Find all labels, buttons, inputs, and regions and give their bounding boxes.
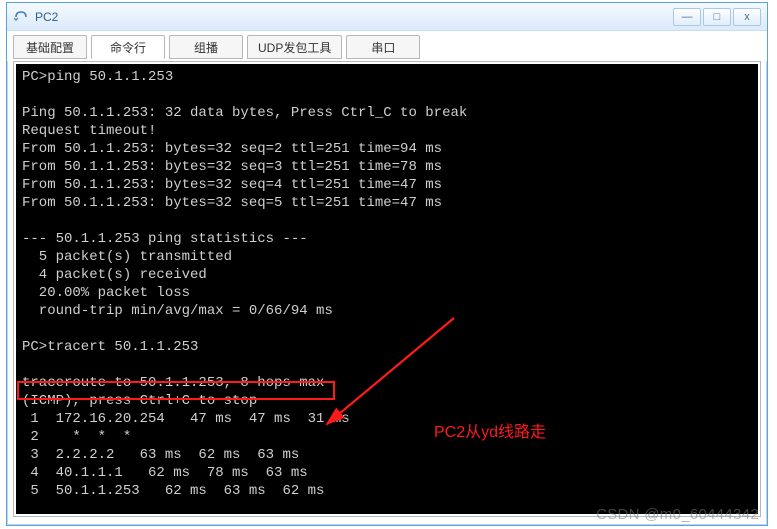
- app-window: PC2 — □ x 基础配置 命令行 组播 UDP发包工具 串口 PC>ping…: [6, 2, 768, 526]
- tab-bar: 基础配置 命令行 组播 UDP发包工具 串口: [7, 31, 767, 61]
- terminal[interactable]: PC>ping 50.1.1.253 Ping 50.1.1.253: 32 d…: [16, 64, 758, 514]
- highlight-box-hop3: [17, 381, 335, 400]
- window-title: PC2: [35, 10, 673, 24]
- tab-serial[interactable]: 串口: [346, 35, 420, 59]
- annotation-text: PC2从yd线路走: [434, 418, 546, 442]
- window-control-buttons: — □ x: [673, 8, 761, 26]
- minimize-button[interactable]: —: [673, 8, 701, 26]
- titlebar: PC2 — □ x: [7, 3, 767, 31]
- watermark: CSDN @m0_60444342: [596, 506, 759, 523]
- app-icon: [13, 9, 29, 25]
- tab-cli[interactable]: 命令行: [91, 35, 165, 59]
- tab-udp-send[interactable]: UDP发包工具: [247, 35, 342, 59]
- maximize-button[interactable]: □: [703, 8, 731, 26]
- terminal-frame: PC>ping 50.1.1.253 Ping 50.1.1.253: 32 d…: [13, 61, 761, 517]
- close-button[interactable]: x: [733, 8, 761, 26]
- tab-multicast[interactable]: 组播: [169, 35, 243, 59]
- tab-basic-config[interactable]: 基础配置: [13, 35, 87, 59]
